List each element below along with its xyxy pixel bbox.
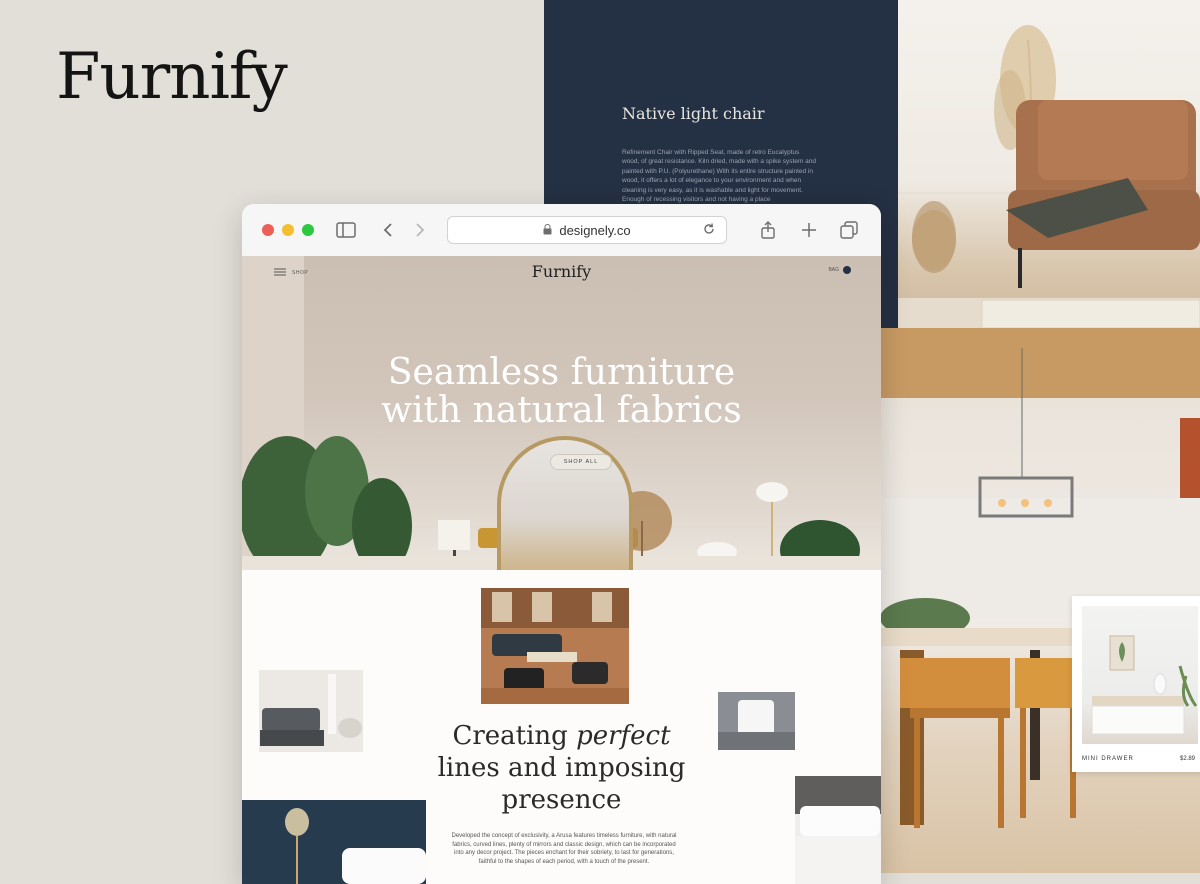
bag-link[interactable]: BAG [828, 266, 851, 274]
product-card-image [1082, 606, 1198, 744]
brand-logo: Furnify [56, 40, 288, 114]
hero-heading-line1: Seamless furniture [387, 352, 736, 393]
headline-line3: presence [501, 785, 622, 815]
lock-icon [543, 223, 552, 238]
section-body-text: Developed the concept of exclusivity, a … [451, 833, 677, 865]
forward-arrow-icon[interactable] [408, 218, 432, 242]
headline-line2: lines and imposing [437, 753, 686, 783]
address-bar[interactable]: designely.co [447, 216, 727, 244]
browser-toolbar: designely.co [242, 204, 881, 257]
product-description: Refinement Chair with Ripped Seat, made … [622, 149, 817, 204]
bag-label: BAG [828, 267, 839, 273]
url-text: designely.co [559, 222, 631, 238]
sofa-photo [898, 0, 1200, 328]
tab-overview-icon[interactable] [837, 218, 861, 242]
browser-window: designely.co SHOP Furnify BAG Seamless f… [242, 204, 881, 884]
new-tab-icon[interactable] [797, 218, 821, 242]
shop-all-button[interactable]: SHOP ALL [550, 454, 612, 470]
product-card-price: $2.89 [1180, 756, 1196, 762]
product-card-name: MINI DRAWER [1082, 756, 1134, 762]
bag-count-dot [843, 266, 851, 274]
close-window-button[interactable] [262, 224, 274, 236]
hero-heading: Seamless furniture with natural fabrics [242, 354, 881, 430]
reload-icon[interactable] [702, 222, 716, 239]
hero-heading-line2: with natural fabrics [381, 390, 742, 431]
back-arrow-icon[interactable] [376, 218, 400, 242]
site-logo[interactable]: Furnify [242, 262, 881, 281]
product-title: Native light chair [622, 104, 765, 123]
zoom-window-button[interactable] [302, 224, 314, 236]
headline-emphasis: perfect [576, 721, 671, 751]
section-headline: Creating perfect lines and imposing pres… [242, 720, 881, 816]
headline-prefix: Creating [452, 721, 577, 751]
hero-section: SHOP Furnify BAG Seamless furniture with… [242, 256, 881, 570]
intro-section: Creating perfect lines and imposing pres… [242, 570, 881, 884]
lounge-photo [481, 588, 629, 704]
minimize-window-button[interactable] [282, 224, 294, 236]
product-card[interactable]: MINI DRAWER $2.89 [1072, 596, 1200, 772]
share-icon[interactable] [756, 218, 780, 242]
sofa-illustration [898, 25, 1200, 328]
sidebar-toggle-icon[interactable] [334, 218, 358, 242]
